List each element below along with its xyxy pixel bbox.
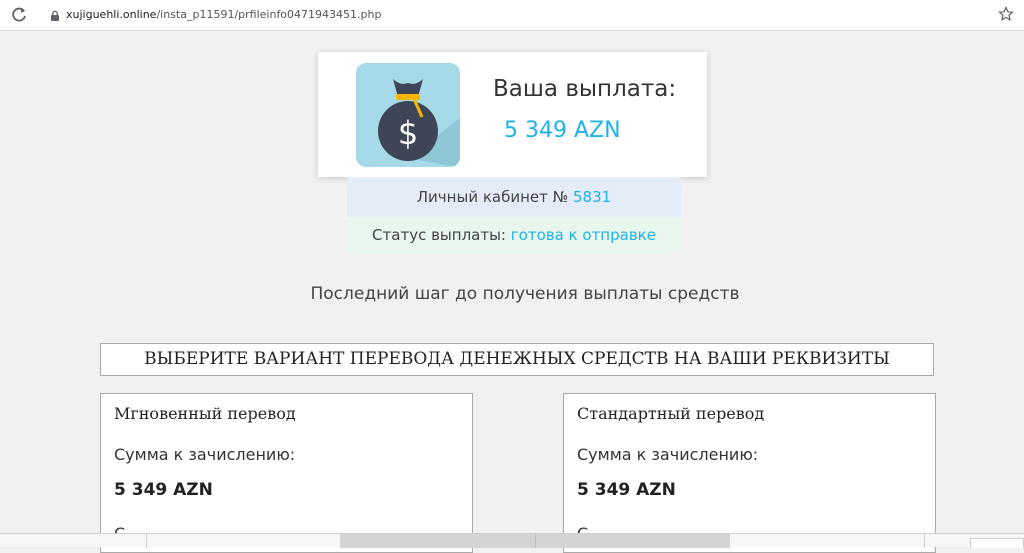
standard-transfer-option[interactable]: Стандартный перевод Сумма к зачислению: … [563,393,936,553]
browser-address-bar: xujiguehli.online/insta_p11591/prfileinf… [0,0,1024,31]
option-sum: 5 349 AZN [577,480,676,500]
option-title: Мгновенный перевод [114,404,296,423]
account-number: 5831 [573,188,612,206]
bar-divider [146,534,147,548]
account-info: Личный кабинет № 5831 [347,177,681,217]
url-field[interactable]: xujiguehli.online/insta_p11591/prfileinf… [66,8,381,21]
payout-card: $ Ваша выплата: 5 349 AZN [318,52,707,177]
choose-transfer-heading: ВЫБЕРИТЕ ВАРИАНТ ПЕРЕВОДА ДЕНЕЖНЫХ СРЕДС… [100,343,934,376]
bookmark-star-icon[interactable] [998,6,1014,22]
payout-amount: 5 349 AZN [504,118,621,143]
lock-icon [51,10,59,21]
bar-divider [924,534,925,548]
option-sum-label: Сумма к зачислению: [114,445,296,464]
instant-transfer-option[interactable]: Мгновенный перевод Сумма к зачислению: 5… [100,393,473,553]
payout-label: Ваша выплата: [493,76,677,102]
svg-text:$: $ [398,114,418,152]
last-step-heading: Последний шаг до получения выплаты средс… [310,284,740,304]
option-title: Стандартный перевод [577,404,765,423]
money-bag-icon: $ [356,63,460,167]
url-host: xujiguehli.online [66,8,157,21]
bar-divider [535,534,536,548]
option-sum-label: Сумма к зачислению: [577,445,759,464]
status-label: Статус выплаты: [372,226,506,244]
account-label: Личный кабинет № [416,188,569,206]
bottom-overlay-bar [0,533,1024,548]
option-sum: 5 349 AZN [114,480,213,500]
payout-status: Статус выплаты: готова к отправке [347,217,681,253]
url-path: /insta_p11591/prfileinfo0471943451.php [156,8,382,21]
status-value: готова к отправке [510,226,656,244]
reload-icon[interactable] [10,6,28,24]
